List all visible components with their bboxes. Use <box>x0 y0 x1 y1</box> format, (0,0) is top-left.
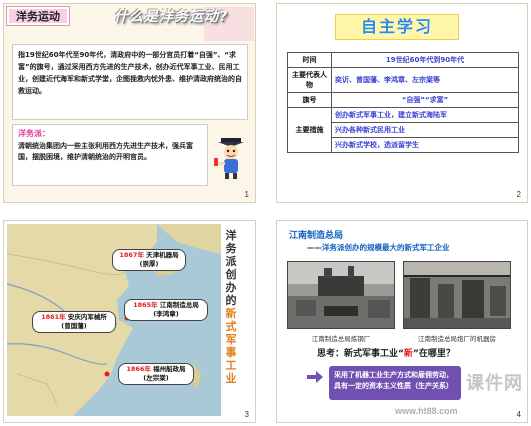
steel-plant-photo <box>287 261 395 329</box>
table-row: 主要措施 创办新式军事工业，建立新式海陆军 <box>287 107 519 153</box>
callout-year: 1866年 <box>126 365 151 373</box>
slide-title: 自主学习 <box>335 14 459 40</box>
slide-number: 3 <box>244 410 249 419</box>
topic-badge: 洋务运动 <box>7 7 69 25</box>
definition-text: 指19世纪60年代至90年代，清政府中的一部分官员打着“自强”、“求富”的旗号，… <box>12 44 248 120</box>
callout-founder: (李鸿章) <box>153 310 179 318</box>
callout-founder: (曾国藩) <box>61 322 87 330</box>
gun-factory-photo <box>403 261 511 329</box>
callout-fuzhou: 1866年 福州船政局 (左宗棠) <box>118 363 194 385</box>
vertical-title-em: 新式军事工业 <box>225 307 237 385</box>
row-value: 兴办各种新式民用工业 <box>331 122 519 138</box>
callout-jiangnan: 1865年 江南制造总局 (李鸿章) <box>124 299 208 321</box>
slide-3-thumbnail[interactable]: 1867年 天津机器局 (崇厚) 1865年 江南制造总局 (李鸿章) 1861… <box>3 220 256 423</box>
callout-year: 1861年 <box>41 313 66 321</box>
watermark-url: www.ht88.com <box>395 406 458 416</box>
slide-1-thumbnail[interactable]: 洋务运动 什么是洋务运动? 指19世纪60年代至90年代，清政府中的一部分官员打… <box>3 3 256 203</box>
callout-name: 天津机器局 <box>146 251 179 259</box>
slide-2-thumbnail[interactable]: 自主学习 时间 19世纪60年代到90年代 主要代表人物 奕䜣、曾国藩、李鸿章、… <box>276 3 528 203</box>
vertical-title: 洋务派创办的新式军事工业 <box>224 229 238 385</box>
answer-box: 采用了机器工业生产方式和雇佣劳动，具有一定的资本主义性质（生产关系） <box>329 366 461 400</box>
slide-number: 4 <box>516 410 521 419</box>
arrow-right-icon <box>307 371 323 383</box>
slide-title: 什么是洋务运动? <box>114 9 229 25</box>
steel-plant-image <box>288 262 394 328</box>
gun-factory-image <box>404 262 510 328</box>
callout-name: 福州船政局 <box>153 365 186 373</box>
row-value: 创办新式军事工业，建立新式海陆军 <box>331 107 519 123</box>
table-row: 旗号 “自强”“求富” <box>287 92 519 108</box>
study-table: 时间 19世纪60年代到90年代 主要代表人物 奕䜣、曾国藩、李鸿章、左宗棠等 … <box>287 52 519 153</box>
slide-title: 江南制造总局 <box>289 231 344 241</box>
row-value: 奕䜣、曾国藩、李鸿章、左宗棠等 <box>331 67 519 93</box>
faction-box: 洋务派： 清朝统治集团内一些主张利用西方先进生产技术，强兵富国，摆脱困境，维护清… <box>12 124 208 186</box>
row-header: 主要措施 <box>287 107 332 153</box>
callout-founder: (左宗棠) <box>143 374 169 382</box>
vertical-title-pre: 洋务派创办的 <box>225 229 237 307</box>
callout-year: 1865年 <box>133 301 158 309</box>
question-pre: 思考：新式军事工业“ <box>317 349 404 359</box>
faction-label: 洋务派： <box>18 129 50 138</box>
callout-year: 1867年 <box>119 251 144 259</box>
row-value: 19世纪60年代到90年代 <box>331 52 519 68</box>
question-post: ”在哪里？ <box>412 349 455 359</box>
row-header: 旗号 <box>287 92 332 108</box>
subtitle-dash: —— <box>307 243 322 252</box>
row-value: “自强”“求富” <box>331 92 519 108</box>
callout-name: 江南制造总局 <box>159 301 199 309</box>
subtitle-text: 洋务派创办的规模最大的新式军工企业 <box>322 243 450 252</box>
teacher-cartoon-icon <box>214 138 244 179</box>
photo-caption-left: 江南制造总局炼钢厂 <box>311 335 371 343</box>
slide-subtitle: ——洋务派创办的规模最大的新式军工企业 <box>307 242 450 253</box>
photo-caption-right: 江南制造总局炮厂的机器房 <box>418 335 496 343</box>
think-question: 思考：新式军事工业“新”在哪里？ <box>317 346 455 359</box>
table-row: 时间 19世纪60年代到90年代 <box>287 52 519 68</box>
row-header: 时间 <box>287 52 332 68</box>
slide-4-thumbnail[interactable]: 江南制造总局 ——洋务派创办的规模最大的新式军工企业 江南制造总局炼钢厂 江南制… <box>276 220 528 423</box>
callout-name: 安庆内军械所 <box>67 313 107 321</box>
question-emphasis: 新 <box>403 349 413 359</box>
slide-number: 1 <box>244 190 249 199</box>
faction-text: 清朝统治集团内一些主张利用西方先进生产技术，强兵富国，摆脱困境，维护清朝统治的开… <box>18 141 193 162</box>
row-header: 主要代表人物 <box>287 67 332 93</box>
watermark-text: 课件网 <box>466 373 523 394</box>
callout-anqing: 1861年 安庆内军械所 (曾国藩) <box>32 311 116 333</box>
callout-tianjin: 1867年 天津机器局 (崇厚) <box>112 249 186 271</box>
table-row: 主要代表人物 奕䜣、曾国藩、李鸿章、左宗棠等 <box>287 67 519 93</box>
slide-number: 2 <box>516 190 521 199</box>
callout-founder: (崇厚) <box>139 260 159 268</box>
row-value: 兴办新式学校，选派留学生 <box>331 137 519 153</box>
